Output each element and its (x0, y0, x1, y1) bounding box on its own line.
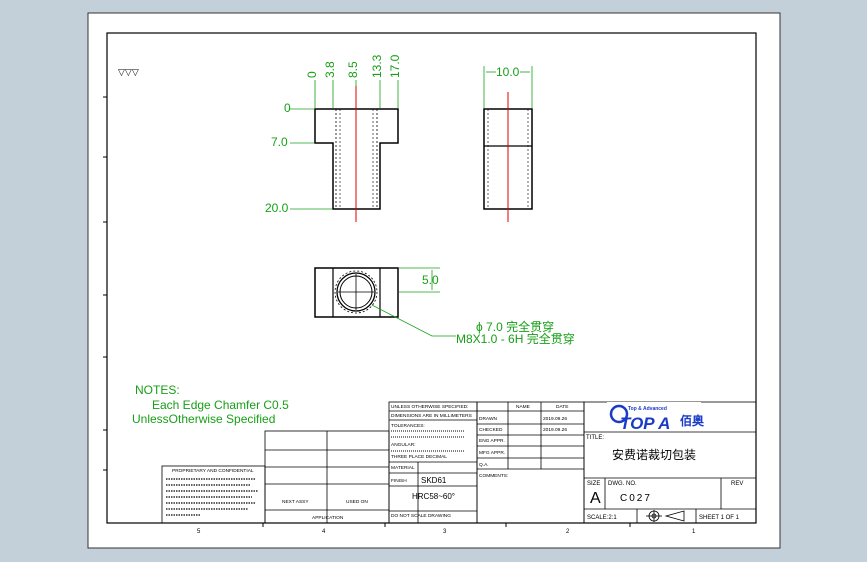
logo-cn: 佰奥 (680, 413, 705, 428)
tb-sheet: SHEET 1 OF 1 (699, 515, 740, 521)
logo-tagline: Top & Advanced (628, 406, 667, 412)
tb-material-value: SKD61 (421, 476, 447, 485)
dim-left-7-0: 7.0 (271, 135, 288, 149)
notes-line-1: Each Edge Chamfer C0.5 (152, 398, 289, 412)
tb-drawn: DRAWN (479, 416, 497, 422)
dim-top-13-3: 13.3 (370, 54, 384, 78)
tb-application: APPLICATION (312, 515, 344, 521)
dim-top-0: 0 (305, 71, 319, 78)
tb-title-value: 安费诺裁切包装 (612, 447, 696, 462)
tb-do-not-scale: DO NOT SCALE DRAWING (391, 513, 451, 519)
tb-scale: SCALE:2:1 (587, 515, 617, 521)
cad-drawing-sheet: 5 4 3 2 1 ▽▽▽ 0 3.8 8.5 13.3 17.0 0 7.0 … (87, 12, 781, 549)
tb-checked: CHECKED (479, 427, 503, 433)
tb-dims-in: DIMENSIONS ARE IN MILLIMETERS (391, 413, 472, 419)
tb-angular: ANGULAR: (391, 442, 416, 448)
dim-slot: 5.0 (422, 273, 439, 287)
tb-date-header: DATE (556, 404, 568, 410)
tb-material-label: MATERIAL (391, 465, 415, 471)
tb-unless: UNLESS OTHERWISE SPECIFIED: (391, 404, 468, 410)
dim-top-17-0: 17.0 (388, 54, 402, 78)
company-logo: Top & Advanced TOP A 佰奥 (607, 402, 705, 433)
tb-comments: COMMENTS: (479, 473, 508, 479)
tb-finish-value: HRC58~60° (412, 492, 455, 501)
tb-three-place: THREE PLACE DECIMAL (391, 454, 447, 460)
tb-size-value: A (590, 490, 601, 507)
tb-tolerances: TOLERANCES: (391, 423, 425, 429)
tb-checked-date: 2019.09.26 (543, 427, 567, 433)
tb-size-label: SIZE (587, 481, 600, 487)
tb-eng-appr: ENG APPR. (479, 438, 505, 444)
tb-title-label: TITLE: (586, 435, 604, 441)
dim-top-8-5: 8.5 (346, 61, 360, 78)
tb-name-header: NAME (516, 404, 530, 410)
dim-left-20-0: 20.0 (265, 201, 289, 215)
tb-drawn-date: 2019.09.26 (543, 416, 567, 422)
tb-rev-label: REV (731, 481, 743, 487)
tb-proprietary: PROPRIETARY AND CONFIDENTIAL (172, 468, 254, 474)
tb-finish-label: FINISH (391, 478, 407, 484)
surface-finish-symbol: ▽▽▽ (118, 67, 139, 77)
hole-callout-thread: M8X1.0 - 6H 完全贯穿 (456, 331, 575, 346)
tb-next-assy: NEXT ASSY (282, 499, 309, 505)
proprietary-fine-print (166, 478, 258, 516)
tb-mfg-appr: MFG APPR. (479, 450, 505, 456)
logo-text: TOP A (620, 414, 670, 433)
notes-title: NOTES: (135, 383, 180, 397)
notes-line-2: UnlessOtherwise Specified (132, 412, 275, 426)
dim-left-0: 0 (284, 101, 291, 115)
tb-dwg-label: DWG. NO. (608, 481, 637, 487)
dim-top-3-8: 3.8 (323, 61, 337, 78)
tb-used-on: USED ON (346, 499, 368, 505)
dim-side-width: 10.0 (496, 65, 520, 79)
tb-qa: Q.A. (479, 462, 489, 468)
tb-dwg-value: C027 (620, 493, 652, 504)
